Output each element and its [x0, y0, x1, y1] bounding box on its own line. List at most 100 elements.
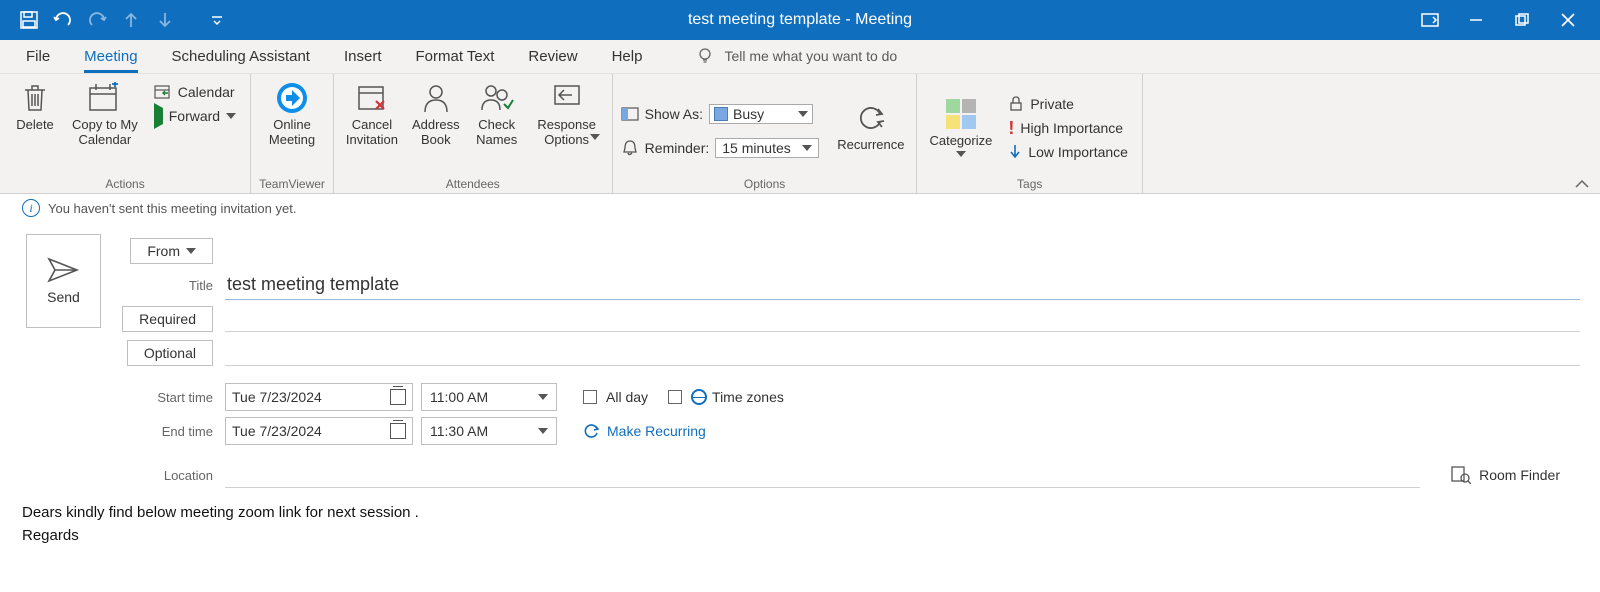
start-date-value: Tue 7/23/2024 — [232, 389, 322, 405]
calendar-button[interactable]: Calendar — [148, 82, 242, 102]
reminder-select[interactable]: 15 minutes — [715, 138, 819, 158]
location-input[interactable] — [225, 463, 1420, 488]
forward-arrow-icon — [154, 108, 163, 124]
end-date-value: Tue 7/23/2024 — [232, 423, 322, 439]
tab-format-text[interactable]: Format Text — [415, 48, 494, 73]
ribbon: Delete Copy to My Calendar Calendar Forw… — [0, 74, 1600, 194]
recurrence-label: Recurrence — [837, 138, 904, 153]
address-book-button[interactable]: Address Book — [408, 78, 464, 150]
minimize-icon[interactable] — [1466, 10, 1486, 30]
tab-help[interactable]: Help — [612, 48, 643, 73]
tab-insert[interactable]: Insert — [344, 48, 382, 73]
group-options: Show As: Busy Reminder: 15 minutes — [613, 74, 918, 193]
info-text: You haven't sent this meeting invitation… — [48, 201, 296, 216]
undo-icon[interactable] — [52, 9, 74, 31]
make-recurring-label: Make Recurring — [607, 423, 706, 439]
private-label: Private — [1030, 96, 1074, 112]
copy-to-calendar-button[interactable]: Copy to My Calendar — [68, 78, 142, 150]
start-time-label: Start time — [113, 390, 213, 405]
group-teamviewer-label: TeamViewer — [259, 175, 325, 191]
room-finder-icon — [1451, 466, 1471, 484]
send-button[interactable]: Send — [26, 234, 101, 328]
show-as-select[interactable]: Busy — [709, 104, 813, 124]
calendar-back-icon — [154, 84, 172, 100]
required-label: Required — [139, 311, 196, 327]
low-label: Low Importance — [1028, 144, 1128, 160]
required-input[interactable] — [225, 307, 1580, 332]
required-button[interactable]: Required — [122, 306, 213, 332]
title-input[interactable] — [225, 270, 1580, 300]
low-importance-button[interactable]: Low Importance — [1002, 142, 1134, 162]
bell-icon — [621, 139, 639, 157]
online-meeting-button[interactable]: Online Meeting — [265, 78, 319, 150]
chevron-down-icon — [538, 394, 548, 400]
start-date-picker[interactable]: Tue 7/23/2024 — [225, 383, 413, 411]
response-options-button[interactable]: Response Options — [530, 78, 604, 142]
start-time-picker[interactable]: 11:00 AM — [421, 383, 557, 411]
timezones-checkbox[interactable]: Time zones — [668, 389, 784, 405]
from-button[interactable]: From — [130, 238, 213, 264]
categorize-button[interactable]: Categorize — [925, 94, 996, 159]
trash-icon — [17, 80, 53, 116]
optional-input[interactable] — [225, 341, 1580, 366]
group-tags-label: Tags — [1017, 175, 1042, 191]
tab-review[interactable]: Review — [528, 48, 577, 73]
teamviewer-icon — [274, 80, 310, 116]
group-attendees: Cancel Invitation Address Book Check Nam… — [334, 74, 613, 193]
tab-file[interactable]: File — [26, 48, 50, 73]
all-day-checkbox[interactable]: All day — [583, 389, 648, 405]
busy-square-icon — [714, 107, 728, 121]
save-icon[interactable] — [18, 9, 40, 31]
window-title: test meeting template - Meeting — [0, 11, 1600, 29]
group-actions-label: Actions — [105, 175, 144, 191]
group-teamviewer: Online Meeting TeamViewer — [251, 74, 334, 193]
delete-button[interactable]: Delete — [8, 78, 62, 135]
title-sep: - — [841, 11, 855, 28]
collapse-ribbon-icon[interactable] — [1574, 179, 1590, 191]
categorize-icon — [943, 96, 979, 132]
forward-button[interactable]: Forward — [148, 106, 242, 126]
calendar-icon — [390, 423, 406, 439]
maximize-icon[interactable] — [1512, 10, 1532, 30]
make-recurring-link[interactable]: Make Recurring — [583, 423, 706, 439]
arrow-down-icon[interactable] — [154, 9, 176, 31]
check-names-button[interactable]: Check Names — [470, 78, 524, 150]
chevron-down-icon — [226, 113, 236, 119]
checkbox-icon — [668, 390, 682, 404]
info-bar: i You haven't sent this meeting invitati… — [0, 194, 1600, 222]
response-label: Response Options — [537, 118, 596, 148]
calendar-label: Calendar — [178, 84, 235, 100]
end-time-picker[interactable]: 11:30 AM — [421, 417, 557, 445]
chevron-down-icon — [590, 134, 600, 140]
body-line-1: Dears kindly find below meeting zoom lin… — [22, 502, 1578, 525]
end-time-label: End time — [113, 424, 213, 439]
message-body[interactable]: Dears kindly find below meeting zoom lin… — [0, 492, 1600, 557]
reminder-label: Reminder: — [645, 140, 710, 156]
end-time-value: 11:30 AM — [430, 423, 488, 439]
close-icon[interactable] — [1558, 10, 1578, 30]
chevron-down-icon — [956, 151, 966, 157]
tab-scheduling[interactable]: Scheduling Assistant — [172, 48, 310, 73]
cancel-invitation-button[interactable]: Cancel Invitation — [342, 78, 402, 150]
tell-me-search[interactable]: Tell me what you want to do — [696, 47, 897, 73]
end-date-picker[interactable]: Tue 7/23/2024 — [225, 417, 413, 445]
start-time-value: 11:00 AM — [430, 389, 488, 405]
private-button[interactable]: Private — [1002, 94, 1134, 114]
high-importance-button[interactable]: ! High Importance — [1002, 118, 1134, 138]
ribbon-display-icon[interactable] — [1420, 10, 1440, 30]
response-icon — [549, 80, 585, 116]
tab-meeting[interactable]: Meeting — [84, 48, 137, 73]
send-icon — [47, 257, 81, 283]
title-bar: test meeting template - Meeting — [0, 0, 1600, 40]
recurrence-button[interactable]: Recurrence — [833, 98, 908, 155]
body-line-2: Regards — [22, 525, 1578, 548]
room-finder-button[interactable]: Room Finder — [1451, 466, 1560, 484]
optional-button[interactable]: Optional — [127, 340, 213, 366]
send-label: Send — [47, 289, 80, 305]
customize-qat-icon[interactable] — [206, 9, 228, 31]
lightbulb-icon — [696, 47, 714, 65]
arrow-up-icon[interactable] — [120, 9, 142, 31]
redo-icon[interactable] — [86, 9, 108, 31]
recurrence-icon — [853, 100, 889, 136]
group-attendees-label: Attendees — [446, 175, 500, 191]
